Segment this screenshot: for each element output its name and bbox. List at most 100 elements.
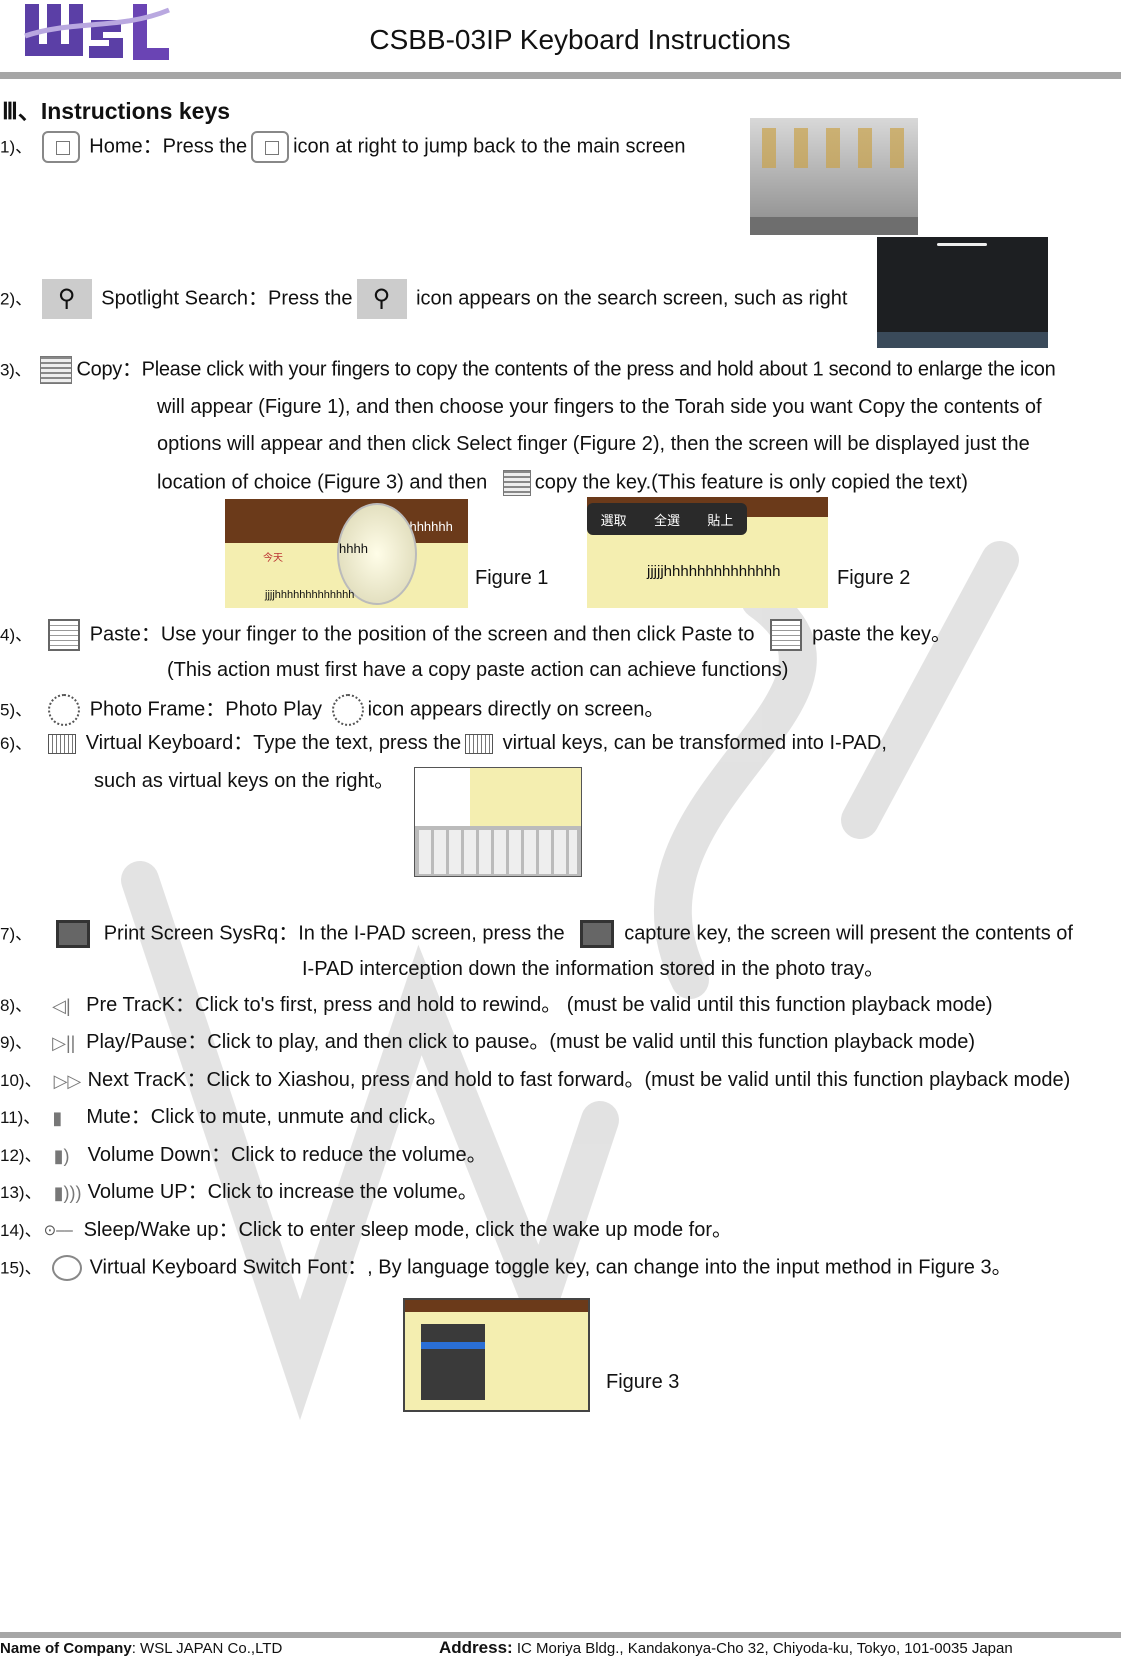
- item-previous-track: 8)、 ◁| Pre TracK：Click to's first, press a…: [0, 993, 993, 1018]
- virtual-keyboard-screenshot: [414, 767, 582, 877]
- item-number: 1)、: [0, 137, 33, 157]
- paste-icon: [47, 619, 80, 651]
- item-number: 15)、: [0, 1258, 42, 1278]
- item-print-screen: 7)、 Print Screen SysRq：In the I-PAD scre…: [0, 920, 1073, 948]
- previous-track-icon: ◁|: [52, 995, 71, 1016]
- item-number: 14)、: [0, 1221, 42, 1240]
- document-title: CSBB-03IP Keyboard Instructions: [369, 24, 791, 55]
- item-text: Pre TracK：Click to's first, press and ho…: [86, 994, 993, 1016]
- home-button-icon: [251, 131, 290, 163]
- item-text-line: location of choice (Figure 3) and then c…: [157, 470, 968, 496]
- screen-text: jjjjjhhhhhhhhhhhhhh: [647, 563, 781, 580]
- company-label: Name of Company: [0, 1640, 132, 1657]
- item-text: icon appears on the search screen, such …: [416, 287, 848, 310]
- item-number: 11)、: [0, 1108, 41, 1127]
- address-label: Address:: [439, 1638, 513, 1657]
- item-text: Virtual Keyboard Switch Font：, By langua…: [89, 1256, 1012, 1279]
- footer-company: Name of Company: WSL JAPAN Co.,LTD: [0, 1640, 282, 1657]
- figure-3-image: [403, 1298, 590, 1412]
- search-icon: ⚲: [41, 279, 92, 319]
- photo-frame-icon: [331, 694, 364, 726]
- figure-2-image: 選取 全選 貼上 jjjjjhhhhhhhhhhhhhh: [587, 497, 828, 608]
- item-text: Photo Frame：Photo Play: [89, 698, 323, 721]
- item-text: icon appears directly on screen。: [367, 698, 665, 721]
- menu-select: 選取: [600, 512, 627, 528]
- home-button-icon: [41, 131, 80, 163]
- menu-paste: 貼上: [707, 512, 734, 528]
- item-text: location of choice (Figure 3) and then: [157, 471, 488, 494]
- item-next-track: 10)、 ▷▷ Next TracK：Click to Xiashou, press…: [0, 1068, 1070, 1093]
- item-text: Next TracK：Click to Xiashou, press and h…: [87, 1069, 1071, 1091]
- item-text: copy the key.(This feature is only copie…: [534, 471, 968, 494]
- play-pause-icon: ▷||: [52, 1032, 76, 1053]
- item-switch-font: 15)、 Virtual Keyboard Switch Font：, By la…: [0, 1255, 1012, 1281]
- item-text: virtual keys, can be transformed into I-…: [502, 732, 887, 754]
- item-play-pause: 9)、 ▷|| Play/Pause：Click to play, and then…: [0, 1030, 975, 1055]
- item-number: 4)、: [0, 625, 33, 645]
- next-track-icon: ▷▷: [53, 1070, 82, 1091]
- item-text: icon at right to jump back to the main s…: [293, 135, 686, 158]
- monitor-icon: [580, 920, 615, 948]
- ipad-home-screenshot: [750, 118, 918, 235]
- item-copy: 3)、 Copy：Please click with your fingers …: [0, 356, 1056, 384]
- address-text: IC Moriya Bldg., Kandakonya-Cho 32, Chiy…: [512, 1640, 1013, 1657]
- item-text: Print Screen SysRq：In the I-PAD screen, …: [103, 922, 565, 945]
- item-text: Virtual Keyboard：Type the text, press th…: [85, 732, 462, 754]
- footer-address: Address: IC Moriya Bldg., Kandakonya-Cho…: [439, 1638, 1013, 1658]
- photo-frame-icon: [47, 694, 80, 726]
- item-number: 10)、: [0, 1071, 42, 1090]
- item-text: Copy：Please click with your fingers to c…: [76, 358, 1056, 381]
- figure-1-caption: Figure 1: [475, 567, 549, 589]
- globe-icon: [51, 1255, 82, 1281]
- item-photo-frame: 5)、 Photo Frame：Photo Play icon appears …: [0, 694, 664, 726]
- item-number: 8)、: [0, 996, 33, 1015]
- header-rule: [0, 72, 1121, 79]
- item-home: 1)、 Home：Press the icon at right to jump …: [0, 131, 686, 163]
- item-text: options will appear and then click Selec…: [157, 433, 1030, 455]
- item-virtual-keyboard: 6)、 Virtual Keyboard：Type the text, pres…: [0, 731, 887, 756]
- figure-3-caption: Figure 3: [606, 1371, 680, 1393]
- item-number: 9)、: [0, 1033, 33, 1052]
- item-volume-up: 13)、 ▮))) Volume UP：Click to increase the …: [0, 1180, 478, 1205]
- item-spotlight-search: 2)、 ⚲ Spotlight Search：Press the ⚲ icon a…: [0, 279, 847, 319]
- screen-text: jjjjhhhhhhhhhhhhh: [265, 589, 355, 601]
- section-heading: Ⅲ、Instructions keys: [2, 98, 231, 124]
- item-text: Home：Press the: [89, 135, 248, 158]
- item-text: Paste：Use your finger to the position of…: [89, 623, 755, 646]
- item-text: Spotlight Search：Press the: [101, 287, 353, 310]
- copy-icon: [40, 356, 73, 384]
- item-text: I-PAD interception down the information …: [302, 958, 885, 980]
- menu-select-all: 全選: [653, 512, 680, 528]
- item-mute: 11)、 ▮ Mute：Click to mute, unmute and clic…: [0, 1105, 448, 1130]
- company-name: : WSL JAPAN Co.,LTD: [131, 1640, 283, 1657]
- ipad-search-screenshot: [877, 237, 1048, 348]
- item-text: such as virtual keys on the right。: [94, 770, 395, 792]
- item-text: Play/Pause：Click to play, and then click…: [86, 1031, 976, 1053]
- item-number: 6)、: [0, 734, 33, 753]
- item-paste: 4)、 Paste：Use your finger to the positio…: [0, 619, 951, 651]
- item-text: will appear (Figure 1), and then choose …: [157, 396, 1042, 418]
- item-text: Mute：Click to mute, unmute and click。: [86, 1106, 448, 1128]
- sleep-key-icon: ⊙––: [43, 1221, 73, 1239]
- figure-2-caption: Figure 2: [837, 567, 911, 589]
- volume-down-icon: ▮): [53, 1145, 70, 1166]
- item-number: 3)、: [0, 360, 32, 380]
- item-text: capture key, the screen will present the…: [624, 922, 1073, 945]
- item-text: Sleep/Wake up：Click to enter sleep mode,…: [83, 1219, 733, 1241]
- paste-icon: [770, 619, 803, 651]
- screen-text: 今天: [263, 553, 283, 564]
- item-number: 12)、: [0, 1146, 42, 1165]
- copy-icon: [502, 470, 531, 496]
- item-number: 7)、: [0, 924, 33, 944]
- item-text: Volume Down：Click to reduce the volume。: [87, 1144, 487, 1166]
- screen-text: hhhh: [339, 541, 368, 556]
- item-sleep-wake: 14)、 ⊙–– Sleep/Wake up：Click to enter slee…: [0, 1218, 732, 1243]
- mute-icon: ▮: [52, 1107, 63, 1128]
- item-text: (This action must first have a copy past…: [167, 659, 789, 681]
- item-number: 5)、: [0, 700, 33, 720]
- item-number: 2)、: [0, 289, 33, 309]
- item-number: 13)、: [0, 1183, 42, 1202]
- volume-up-icon: ▮))): [53, 1182, 82, 1203]
- item-text: paste the key。: [812, 623, 952, 646]
- item-volume-down: 12)、 ▮) Volume Down：Click to reduce the vo…: [0, 1143, 487, 1168]
